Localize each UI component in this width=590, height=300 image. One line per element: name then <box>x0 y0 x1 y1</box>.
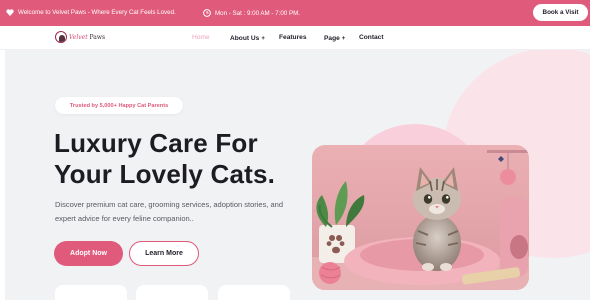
hero-headline: Luxury Care For Your Lovely Cats. <box>54 128 275 190</box>
welcome-text: Welcome to Velvet Paws - Where Every Cat… <box>18 9 176 16</box>
cat-logo-icon <box>55 31 67 43</box>
nav-features-label: Features <box>279 34 307 41</box>
logo[interactable]: Velvet Paws <box>55 31 105 43</box>
main-nav: Velvet Paws Home About Us + Features Page… <box>0 26 590 50</box>
opening-hours: Mon - Sat : 9:00 AM - 7:00 PM. <box>203 9 300 17</box>
adopt-now-button[interactable]: Adopt Now <box>54 241 123 266</box>
nav-contact[interactable]: Contact <box>359 34 384 41</box>
nav-home[interactable]: Home <box>192 34 210 41</box>
nav-features[interactable]: Features <box>279 34 307 41</box>
nav-page-label: Page <box>324 34 340 42</box>
logo-word-first: Velvet <box>69 33 88 41</box>
nav-about[interactable]: About Us + <box>230 34 265 43</box>
trust-badge: Trusted by 5,000+ Happy Cat Parents <box>55 97 183 114</box>
plus-icon: + <box>261 36 265 42</box>
hero-cat-image <box>312 145 529 290</box>
heart-icon <box>6 9 14 16</box>
headline-line-2: Your Lovely Cats. <box>54 159 276 189</box>
plus-icon: + <box>341 36 346 42</box>
headline-line-1: Luxury Care For <box>54 128 258 158</box>
welcome-message: Welcome to Velvet Paws - Where Every Cat… <box>6 9 176 16</box>
logo-word-second: Paws <box>89 33 106 41</box>
nav-page[interactable]: Page + <box>324 34 346 43</box>
logo-wordmark: Velvet Paws <box>69 34 105 41</box>
top-bar: Welcome to Velvet Paws - Where Every Cat… <box>0 0 590 26</box>
hero-section: Trusted by 5,000+ Happy Cat Parents Luxu… <box>5 50 590 300</box>
hero-description: Discover premium cat care, grooming serv… <box>55 200 284 223</box>
nav-about-label: About Us <box>230 34 260 42</box>
feature-card <box>55 285 127 300</box>
nav-home-label: Home <box>192 34 210 41</box>
feature-card <box>136 285 208 300</box>
nav-contact-label: Contact <box>359 34 384 41</box>
feature-card <box>218 285 290 300</box>
hours-text: Mon - Sat : 9:00 AM - 7:00 PM. <box>215 9 300 17</box>
learn-more-button[interactable]: Learn More <box>129 241 199 266</box>
book-visit-button[interactable]: Book a Visit <box>533 4 588 21</box>
clock-icon <box>203 9 211 17</box>
